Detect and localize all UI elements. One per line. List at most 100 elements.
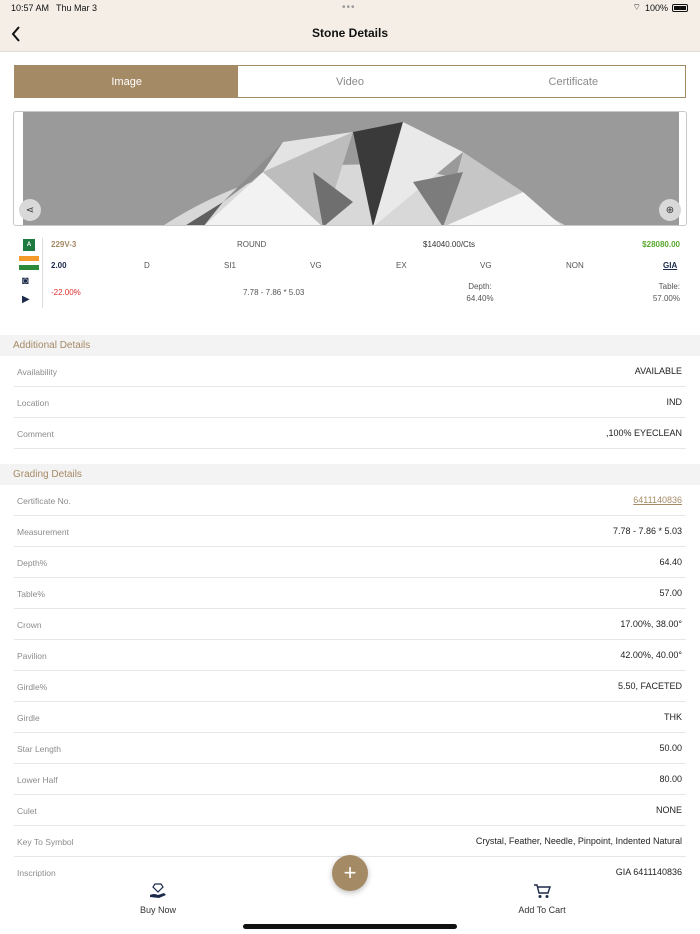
row-label: Star Length bbox=[17, 744, 61, 754]
page-title: Stone Details bbox=[311, 26, 389, 40]
depth-label: Depth: bbox=[468, 282, 492, 291]
buy-now-label: Buy Now bbox=[139, 905, 176, 915]
clarity: SI1 bbox=[224, 261, 237, 270]
grading-row-star-length: Star Length 50.00 bbox=[0, 733, 700, 764]
table-label: Table: bbox=[658, 282, 680, 291]
divider bbox=[42, 238, 43, 308]
row-value: GIA 6411140836 bbox=[615, 867, 682, 877]
row-label: Table% bbox=[17, 589, 45, 599]
add-to-cart-button[interactable]: Add To Cart bbox=[482, 883, 602, 915]
shape: ROUND bbox=[237, 240, 267, 249]
cart-icon bbox=[482, 883, 602, 901]
status-right: ⌔ 100% bbox=[632, 2, 688, 13]
row-label: Girdle% bbox=[17, 682, 48, 692]
symmetry: VG bbox=[480, 261, 492, 270]
multitask-dots-icon[interactable]: ••• bbox=[342, 2, 356, 13]
grading-row-crown: Crown 17.00%, 38.00° bbox=[0, 609, 700, 640]
detail-row-location: Location IND bbox=[0, 387, 700, 418]
row-label: Girdle bbox=[17, 713, 40, 723]
grading-row-certificate: Certificate No. 6411140836 bbox=[0, 485, 700, 516]
detail-row-comment: Comment ,100% EYECLEAN bbox=[0, 418, 700, 449]
share-icon: ⋖ bbox=[25, 204, 35, 216]
diamond-image bbox=[23, 112, 679, 225]
grading-row-girdle: Girdle THK bbox=[0, 702, 700, 733]
add-to-cart-label: Add To Cart bbox=[518, 905, 566, 915]
polish: EX bbox=[396, 261, 407, 270]
tab-image[interactable]: Image bbox=[15, 66, 239, 97]
row-label: Measurement bbox=[17, 527, 69, 537]
total-price: $28080.00 bbox=[642, 240, 680, 249]
certificate-link[interactable]: 6411140836 bbox=[633, 495, 682, 505]
table-value: 57.00% bbox=[652, 294, 680, 303]
row-label: Pavilion bbox=[17, 651, 47, 661]
row-value: AVAILABLE bbox=[634, 366, 682, 376]
tab-video[interactable]: Video bbox=[238, 66, 461, 97]
grading-row-lower-half: Lower Half 80.00 bbox=[0, 764, 700, 795]
status-date: Thu Mar 3 bbox=[56, 3, 98, 13]
grading-row-table: Table% 57.00 bbox=[0, 578, 700, 609]
row-value: 7.78 - 7.86 * 5.03 bbox=[612, 526, 682, 536]
fluorescence: NON bbox=[566, 261, 584, 270]
stone-image-viewer[interactable]: ⋖ ⊕ bbox=[13, 111, 687, 226]
row-label: Crown bbox=[17, 620, 42, 630]
india-flag-icon bbox=[19, 256, 39, 270]
row-label: Certificate No. bbox=[17, 496, 71, 506]
row-label: Key To Symbol bbox=[17, 837, 74, 847]
zoom-in-icon: ⊕ bbox=[665, 204, 675, 216]
grade-badge: A bbox=[23, 239, 35, 251]
stone-id: 229V-3 bbox=[51, 240, 77, 249]
grading-details-header: Grading Details bbox=[0, 464, 700, 485]
discount: -22.00% bbox=[51, 288, 81, 297]
grading-row-measurement: Measurement 7.78 - 7.86 * 5.03 bbox=[0, 516, 700, 547]
battery-percent: 100% bbox=[644, 2, 668, 13]
row-value: 50.00 bbox=[659, 743, 682, 753]
grading-row-culet: Culet NONE bbox=[0, 795, 700, 826]
summary-measurement: 7.78 - 7.86 * 5.03 bbox=[243, 288, 305, 297]
tab-certificate[interactable]: Certificate bbox=[462, 66, 685, 97]
zoom-button[interactable]: ⊕ bbox=[659, 199, 681, 221]
camera-icon[interactable]: ◙ bbox=[22, 275, 29, 287]
share-button[interactable]: ⋖ bbox=[19, 199, 41, 221]
row-label: Depth% bbox=[17, 558, 48, 568]
battery-icon bbox=[672, 3, 688, 12]
row-value: 5.50, FACETED bbox=[617, 681, 682, 691]
plus-icon: + bbox=[343, 860, 357, 885]
lab-link[interactable]: GIA bbox=[663, 261, 677, 270]
color-grade: D bbox=[144, 261, 150, 270]
row-value: 57.00 bbox=[659, 588, 682, 598]
media-tabs: Image Video Certificate bbox=[14, 65, 686, 98]
price-per-carat: $14040.00/Cts bbox=[423, 240, 476, 249]
row-value: Crystal, Feather, Needle, Pinpoint, Inde… bbox=[475, 836, 682, 846]
row-value: 17.00%, 38.00° bbox=[620, 619, 682, 629]
row-value: THK bbox=[664, 712, 682, 722]
buy-now-button[interactable]: Buy Now bbox=[98, 883, 218, 915]
row-label: Culet bbox=[17, 806, 37, 816]
row-label: Availability bbox=[17, 367, 58, 377]
row-label: Comment bbox=[17, 429, 54, 439]
row-label: Lower Half bbox=[17, 775, 58, 785]
row-value: 80.00 bbox=[659, 774, 682, 784]
row-value: IND bbox=[666, 397, 683, 407]
stone-summary: A ◙ ▶ 229V-3 ROUND $14040.00/Cts $28080.… bbox=[0, 236, 700, 316]
video-icon[interactable]: ▶ bbox=[22, 294, 30, 305]
home-indicator bbox=[243, 924, 457, 929]
status-time: 10:57 AM bbox=[11, 3, 50, 13]
diamond-hand-icon bbox=[98, 883, 218, 901]
wifi-icon: ⌔ bbox=[632, 2, 641, 12]
row-value: 64.40 bbox=[659, 557, 682, 567]
additional-details-header: Additional Details bbox=[0, 335, 700, 356]
row-value: NONE bbox=[655, 805, 682, 815]
cut: VG bbox=[310, 261, 322, 270]
row-divider bbox=[14, 448, 686, 449]
detail-row-availability: Availability AVAILABLE bbox=[0, 356, 700, 387]
grading-row-depth: Depth% 64.40 bbox=[0, 547, 700, 578]
header: 10:57 AM Thu Mar 3 ••• ⌔ 100% Stone Deta… bbox=[0, 0, 700, 52]
depth-value: 64.40% bbox=[466, 294, 494, 303]
row-value: ,100% EYECLEAN bbox=[605, 428, 682, 438]
grading-row-key-to-symbol: Key To Symbol Crystal, Feather, Needle, … bbox=[0, 826, 700, 857]
grading-row-pavilion: Pavilion 42.00%, 40.00° bbox=[0, 640, 700, 671]
carat: 2.00 bbox=[51, 261, 67, 270]
grading-row-girdle-percent: Girdle% 5.50, FACETED bbox=[0, 671, 700, 702]
add-fab-button[interactable]: + bbox=[332, 855, 368, 891]
row-label: Location bbox=[17, 398, 50, 408]
